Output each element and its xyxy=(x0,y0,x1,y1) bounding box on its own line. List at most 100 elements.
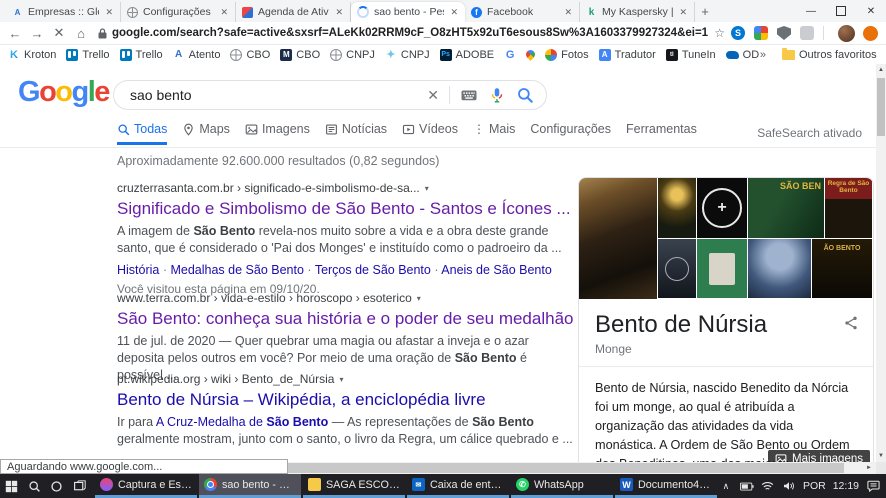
bookmark-tradutor[interactable]: A Tradutor xyxy=(598,48,656,61)
search-submit-icon[interactable] xyxy=(516,86,534,104)
bookmark-cnpj-2[interactable]: ✦ CNPJ xyxy=(385,49,429,61)
taskbar-app-saga-folder[interactable]: SAGA ESCOLA DE AR... xyxy=(302,474,405,498)
tab-close-icon[interactable]: ✕ xyxy=(219,6,229,19)
bookmark-google[interactable]: G xyxy=(504,49,516,61)
profile-avatar[interactable] xyxy=(838,24,855,42)
network-wifi-icon[interactable] xyxy=(761,480,775,492)
home-button[interactable]: ⌂ xyxy=(70,26,92,41)
ao-bento-dark-image[interactable]: ÃO BENTO xyxy=(812,239,872,298)
start-button[interactable] xyxy=(0,474,23,498)
taskbar-app-mail[interactable]: ✉Caixa de entrada - Ho... xyxy=(406,474,509,498)
taskbar-app-word[interactable]: WDocumento43 - Word xyxy=(614,474,717,498)
tray-chevron-icon[interactable]: ∧ xyxy=(719,480,733,492)
scroll-up-arrow[interactable]: ▲ xyxy=(876,64,886,76)
scroll-right-arrow[interactable]: ► xyxy=(862,462,876,474)
result-options-arrow[interactable]: ▾ xyxy=(417,294,421,303)
bookmark-trello-1[interactable]: Trello xyxy=(66,48,110,61)
task-view-button[interactable] xyxy=(68,474,91,498)
address-bar[interactable]: google.com/search?safe=active&sxsrf=ALeK… xyxy=(98,24,708,42)
clear-search-icon[interactable]: ✕ xyxy=(427,87,439,104)
tab-close-icon[interactable]: ✕ xyxy=(678,6,688,19)
medal-card-image[interactable] xyxy=(658,239,696,298)
gray-extension-icon[interactable] xyxy=(800,26,814,40)
voice-search-mic-icon[interactable] xyxy=(488,86,506,104)
keyboard-language[interactable]: POR xyxy=(803,480,826,492)
keyboard-icon[interactable] xyxy=(460,86,478,104)
result-title-link[interactable]: São Bento: conheça sua história e o pode… xyxy=(117,308,574,329)
tab-mais[interactable]: ⋮ Mais xyxy=(473,122,515,142)
regra-book-image[interactable]: Regra de São Bento xyxy=(825,178,872,238)
taskbar-app-chrome-sao-bento[interactable]: sao bento - Pesquisa ... xyxy=(198,474,301,498)
stop-button[interactable]: ✕ xyxy=(48,25,70,41)
bookmark-onedrive[interactable]: OD xyxy=(725,49,759,61)
back-button[interactable]: ← xyxy=(4,26,26,41)
clock[interactable]: 12:19 xyxy=(833,480,859,492)
bookmark-tunein[interactable]: tl TuneIn xyxy=(665,48,716,61)
shield-extension-icon[interactable] xyxy=(777,26,791,40)
google-logo[interactable]: Google xyxy=(18,76,110,109)
sitelink[interactable]: História xyxy=(117,263,159,277)
safesearch-status[interactable]: SafeSearch ativado xyxy=(757,126,862,140)
saint-painting-image[interactable] xyxy=(579,178,657,299)
cruz-medalha-link[interactable]: A Cruz-Medalha de São Bento xyxy=(156,415,328,429)
colored-extension-icon[interactable] xyxy=(754,26,768,40)
minimize-button[interactable]: — xyxy=(796,0,826,22)
bookmark-star-icon[interactable]: ☆ xyxy=(714,26,725,40)
tab-imagens[interactable]: Imagens xyxy=(245,122,310,142)
action-center-icon[interactable] xyxy=(866,480,880,492)
search-input[interactable] xyxy=(130,87,428,103)
cortana-button[interactable] xyxy=(45,474,68,498)
tab-configuracoes[interactable]: Configurações -> Risco ✕ xyxy=(121,2,236,22)
sitelink[interactable]: Medalhas de São Bento xyxy=(170,263,303,277)
speaker-volume-icon[interactable] xyxy=(782,480,796,492)
tab-empresas[interactable]: A Empresas :: Global Saúd ✕ xyxy=(6,2,121,22)
bookmark-cbo-1[interactable]: CBO xyxy=(230,48,270,61)
share-icon[interactable] xyxy=(843,315,859,331)
bookmark-maps[interactable] xyxy=(524,48,537,61)
saint-blue-halo-image[interactable] xyxy=(748,239,811,298)
tab-agenda[interactable]: Agenda de Atividades | ✕ xyxy=(236,2,351,22)
tab-videos[interactable]: Vídeos xyxy=(402,122,458,142)
taskbar-app-whatsapp[interactable]: ✆ WhatsApp xyxy=(510,474,613,498)
bookmark-fotos[interactable]: Fotos xyxy=(545,48,589,61)
result-options-arrow[interactable]: ▾ xyxy=(339,375,343,384)
tab-noticias[interactable]: Notícias xyxy=(325,122,387,142)
forward-button[interactable]: → xyxy=(26,26,48,41)
sitelink[interactable]: Terços de São Bento xyxy=(315,263,431,277)
battery-icon[interactable] xyxy=(739,480,754,492)
skype-extension-icon[interactable]: S xyxy=(731,26,745,40)
tab-maps[interactable]: Maps xyxy=(182,122,230,142)
bookmark-atento[interactable]: A Atento xyxy=(173,49,220,61)
search-box[interactable]: ✕ xyxy=(113,80,547,110)
result-title-link[interactable]: Significado e Simbolismo de São Bento - … xyxy=(117,198,573,219)
chrome-menu-update-icon[interactable] xyxy=(863,25,878,41)
tab-close-icon[interactable]: ✕ xyxy=(563,6,573,19)
tab-kaspersky[interactable]: k My Kaspersky | Suporte ✕ xyxy=(580,2,695,22)
other-favorites-folder[interactable]: Outros favoritos xyxy=(781,47,877,61)
taskbar-search-button[interactable] xyxy=(23,474,46,498)
tab-ferramentas[interactable]: Ferramentas xyxy=(626,122,697,142)
tab-sao-bento-active[interactable]: sao bento - Pesquisa G ✕ xyxy=(351,2,465,22)
maximize-button[interactable] xyxy=(826,0,856,22)
bookmark-cbo-2[interactable]: M CBO xyxy=(280,48,320,61)
result-options-arrow[interactable]: ▾ xyxy=(425,184,429,193)
bookmarks-overflow-chevron[interactable]: » xyxy=(760,49,766,61)
bookmark-trello-2[interactable]: Trello xyxy=(119,48,163,61)
tab-close-icon[interactable]: ✕ xyxy=(104,6,114,19)
tab-close-icon[interactable]: ✕ xyxy=(334,6,344,19)
bookmark-kroton[interactable]: K Kroton xyxy=(8,49,56,61)
saint-halo-image[interactable] xyxy=(658,178,696,238)
tab-todas[interactable]: Todas xyxy=(117,122,168,145)
sitelink[interactable]: Aneis de São Bento xyxy=(441,263,552,277)
vertical-scrollbar[interactable]: ▲ ▼ xyxy=(876,64,886,462)
tab-close-icon[interactable]: ✕ xyxy=(449,6,459,19)
vertical-scroll-thumb[interactable] xyxy=(877,78,885,136)
close-window-button[interactable]: ✕ xyxy=(856,0,886,22)
tab-configuracoes-menu[interactable]: Configurações xyxy=(530,122,611,142)
benedict-medal-image[interactable]: + xyxy=(697,178,747,238)
sao-bento-banner-image[interactable]: SÃO BEN xyxy=(748,178,824,238)
bookmark-adobe[interactable]: Ps ADOBE xyxy=(439,48,494,61)
new-tab-button[interactable]: + xyxy=(695,4,715,19)
green-medal-card-image[interactable] xyxy=(697,239,747,298)
tab-facebook[interactable]: f Facebook ✕ xyxy=(465,2,580,22)
